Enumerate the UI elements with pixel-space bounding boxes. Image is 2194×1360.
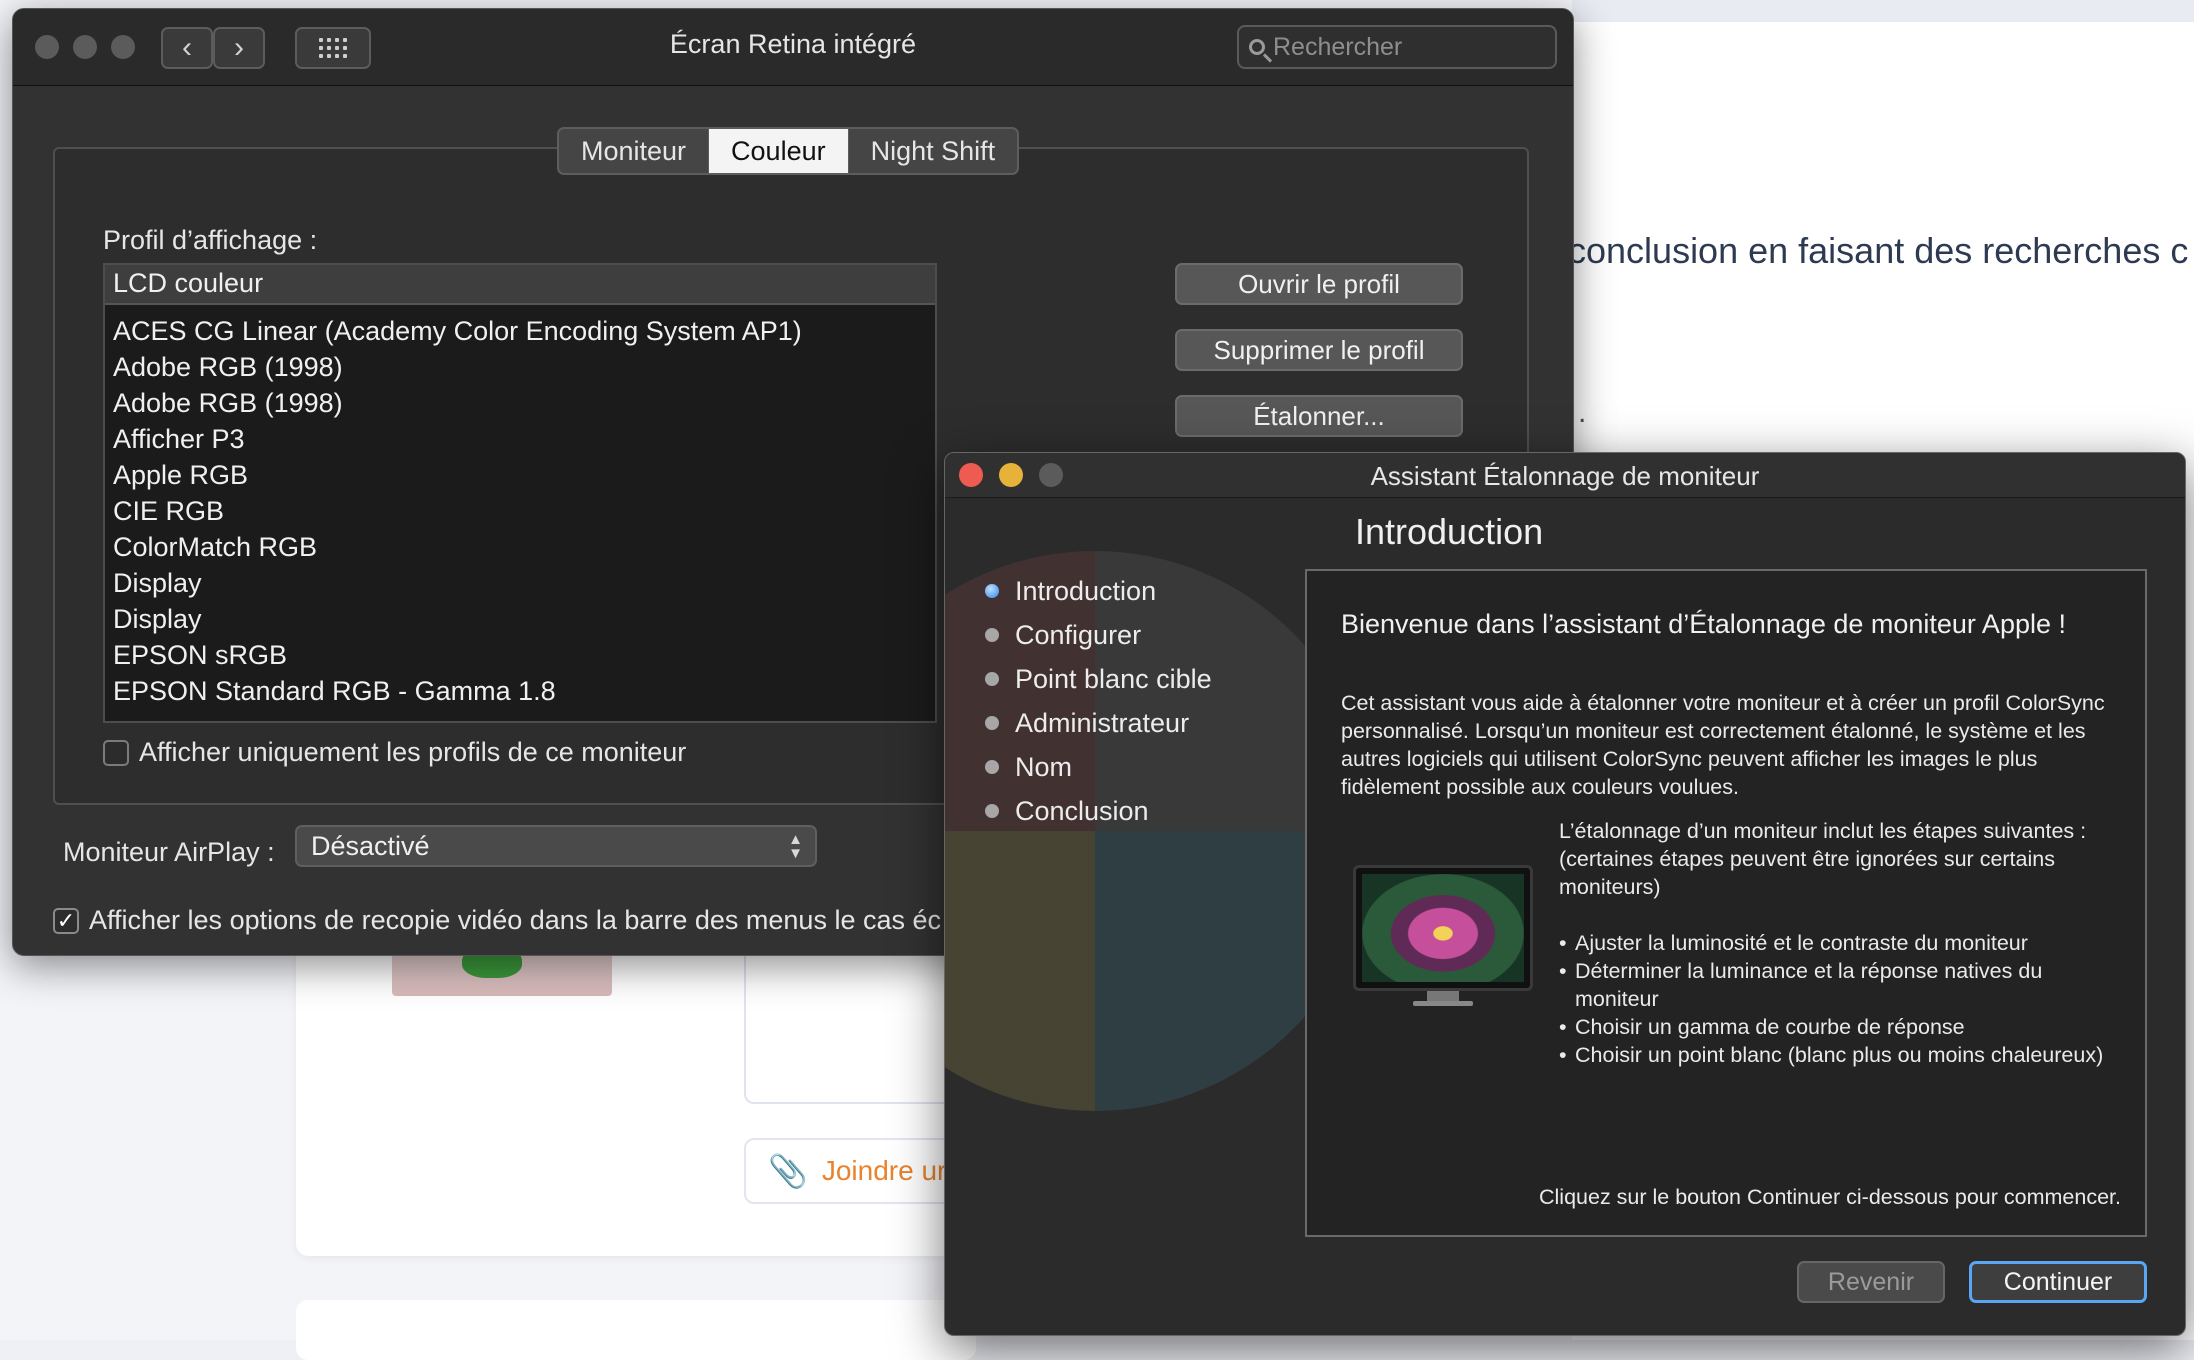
airplay-select[interactable]: Désactivé ▲ ▼ (295, 825, 817, 867)
step-dot-icon (985, 760, 999, 774)
step-dot-icon (985, 628, 999, 642)
bullet-item: • Déterminer la luminance et la réponse n… (1559, 959, 2043, 1011)
open-profile-button[interactable]: Ouvrir le profil (1175, 263, 1463, 305)
step-active-dot-icon (985, 584, 999, 598)
assistant-title: Assistant Étalonnage de moniteur (1370, 461, 1760, 491)
step-label: Nom (1015, 751, 1073, 782)
intro-paragraph: Cet assistant vous aide à étalonner votr… (1341, 691, 2105, 799)
profile-item[interactable]: Adobe RGB (1998) (105, 349, 935, 385)
calibrate-button[interactable]: Étalonner... (1175, 395, 1463, 437)
background-dot: . (1578, 396, 1587, 429)
profile-item[interactable]: ACES CG Linear (Academy Color Encoding S… (105, 313, 935, 349)
profile-item-selected[interactable]: LCD couleur (105, 265, 935, 305)
checkmark-icon: ✓ (56, 907, 76, 933)
calibration-assistant-window: Assistant Étalonnage de moniteur Introdu… (944, 452, 2186, 1336)
only-this-monitor-label: Afficher uniquement les profils de ce mo… (139, 737, 687, 767)
paperclip-icon: 📎 (768, 1153, 808, 1189)
display-profile-label: Profil d’affichage : (103, 225, 318, 255)
step-conclusion: Conclusion (985, 789, 1212, 833)
updown-chevron-icon: ▲ ▼ (788, 831, 803, 862)
back-button-disabled[interactable]: Revenir (1797, 1261, 1945, 1303)
step-configurer: Configurer (985, 613, 1212, 657)
profile-item[interactable]: CIE RGB (105, 493, 935, 529)
only-this-monitor-checkbox[interactable] (103, 739, 129, 766)
step-administrateur: Administrateur (985, 701, 1212, 745)
step-introduction: Introduction (985, 569, 1212, 613)
mirroring-label: Afficher les options de recopie vidéo da… (89, 905, 941, 935)
segmented-tabs: Moniteur Couleur Night Shift (557, 127, 1020, 175)
tab-couleur[interactable]: Couleur (709, 129, 849, 173)
tab-moniteur[interactable]: Moniteur (559, 129, 710, 173)
profile-item[interactable]: Display (105, 565, 935, 601)
tab-night-shift[interactable]: Night Shift (849, 129, 1018, 173)
step-label: Administrateur (1015, 707, 1190, 738)
step-dot-icon (985, 672, 999, 686)
search-field[interactable] (1237, 25, 1557, 69)
profile-item[interactable]: EPSON sRGB (105, 637, 935, 673)
step-point-blanc: Point blanc cible (985, 657, 1212, 701)
mirroring-option[interactable]: ✓ Afficher les options de recopie vidéo … (53, 905, 941, 936)
bullet-item: • Choisir un gamma de courbe de réponse (1559, 1015, 1965, 1039)
step-dot-icon (985, 804, 999, 818)
steps-note: (certaines étapes peuvent être ignorées … (1559, 847, 2055, 899)
profile-item[interactable]: Apple RGB (105, 457, 935, 493)
assistant-titlebar: Assistant Étalonnage de moniteur (945, 453, 2185, 498)
steps-intro: L’étalonnage d’un moniteur inclut les ét… (1559, 819, 2087, 843)
background-paragraph-text: conclusion en faisant des recherches c (1568, 230, 2189, 271)
monitor-illustration (1353, 865, 1533, 1007)
step-label: Configurer (1015, 619, 1142, 650)
continue-instruction: Cliquez sur le bouton Continuer ci-desso… (1539, 1185, 2121, 1209)
assistant-content-panel: Bienvenue dans l’assistant d’Étalonnage … (1305, 569, 2147, 1237)
step-label: Point blanc cible (1015, 663, 1212, 694)
step-dot-icon (985, 716, 999, 730)
monitor-stand (1427, 991, 1459, 1001)
profile-item[interactable]: Afficher P3 (105, 421, 935, 457)
profile-item[interactable]: ColorMatch RGB (105, 529, 935, 565)
search-input[interactable] (1273, 32, 1543, 62)
calibration-steps-text: L’étalonnage d’un moniteur inclut les ét… (1559, 817, 2119, 1069)
step-label: Introduction (1015, 575, 1157, 606)
monitor-screen-lotus-image (1353, 865, 1533, 991)
step-label: Conclusion (1015, 795, 1149, 826)
welcome-heading: Bienvenue dans l’assistant d’Étalonnage … (1341, 609, 2066, 639)
delete-profile-button[interactable]: Supprimer le profil (1175, 329, 1463, 371)
attach-file-label: Joindre ur (821, 1155, 947, 1186)
monitor-base (1413, 1001, 1473, 1006)
mirroring-checkbox[interactable]: ✓ (53, 907, 79, 934)
step-nom: Nom (985, 745, 1212, 789)
profile-item[interactable]: Display (105, 601, 935, 637)
bullet-item: • Choisir un point blanc (blanc plus ou m… (1559, 1043, 2104, 1067)
profile-item[interactable]: Adobe RGB (1998) (105, 385, 935, 421)
profile-list[interactable]: LCD couleur ACES CG Linear (Academy Colo… (103, 263, 937, 723)
prefs-toolbar: ‹ › Écran Retina intégré (13, 9, 1573, 86)
background-header-strip (1572, 0, 2194, 22)
assistant-step-heading: Introduction (1355, 511, 1544, 552)
search-icon (1249, 39, 1265, 55)
background-card-lower (296, 1300, 976, 1360)
bullet-item: • Ajuster la luminosité et le contraste d… (1559, 931, 2028, 955)
airplay-label: Moniteur AirPlay : (63, 837, 275, 867)
continue-button[interactable]: Continuer (1969, 1261, 2147, 1303)
profile-item[interactable]: EPSON Standard RGB - Gamma 1.8 (105, 673, 935, 709)
only-this-monitor-option[interactable]: Afficher uniquement les profils de ce mo… (103, 737, 686, 768)
attach-file-button[interactable]: 📎 Joindre ur (744, 1138, 976, 1204)
airplay-selected-value: Désactivé (311, 830, 430, 861)
assistant-steps-list: Introduction Configurer Point blanc cibl… (985, 569, 1212, 833)
